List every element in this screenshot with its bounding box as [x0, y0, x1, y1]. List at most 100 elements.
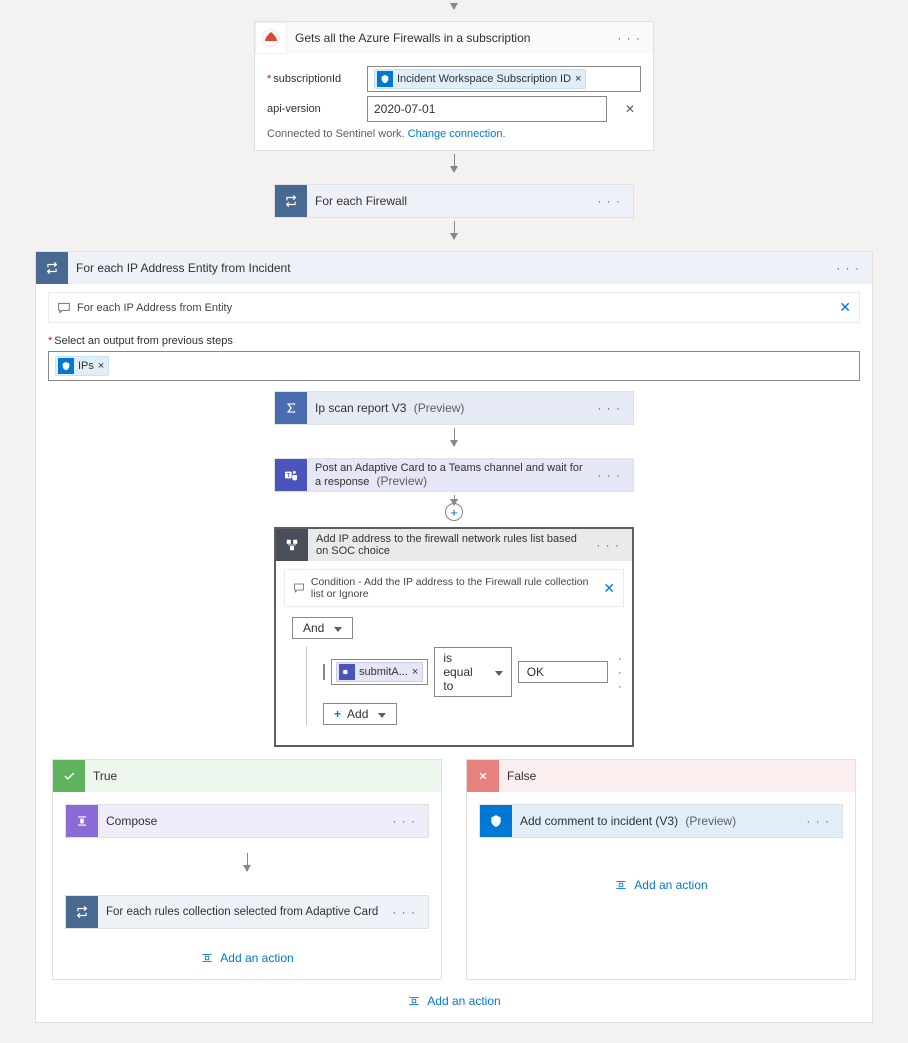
chevron-down-icon [374, 707, 386, 721]
teams-icon: T [275, 459, 307, 491]
remove-pill-icon[interactable]: × [412, 666, 418, 678]
connection-note: Connected to Sentinel work. Change conne… [267, 128, 641, 140]
condition-add-button[interactable]: + Add [323, 703, 397, 725]
card-title: For each rules collection selected from … [106, 906, 380, 918]
card-teams-adaptive: T Post an Adaptive Card to a Teams chann… [274, 458, 634, 492]
card-ip-scan-report: Ip scan report V3 (Preview) · · · [274, 391, 634, 425]
add-action-icon [200, 951, 214, 965]
condition-tree: submitA... × is equal to OK · · · + [306, 647, 616, 725]
card-title: For each Firewall [315, 194, 585, 208]
condition-operator[interactable]: is equal to [434, 647, 511, 697]
add-action-outer[interactable]: Add an action [36, 984, 872, 1022]
more-menu-icon[interactable]: · · · [802, 814, 834, 828]
card-title: Add IP address to the firewall network r… [316, 533, 584, 557]
branch-false: False Add comment to incident (V3) (Prev… [466, 759, 856, 980]
condition-lhs[interactable]: submitA... × [331, 659, 428, 685]
card-body: subscriptionId Incident Workspace Subscr… [255, 54, 653, 150]
card-header-add-comment[interactable]: Add comment to incident (V3) (Preview) ·… [480, 805, 842, 837]
ips-pill[interactable]: IPs × [55, 356, 109, 376]
check-icon [53, 760, 85, 792]
condition-sub-header: Condition - Add the IP address to the Fi… [284, 569, 624, 607]
card-foreach-ip-entity: For each IP Address Entity from Incident… [35, 251, 873, 1023]
remove-pill-icon[interactable]: × [575, 73, 581, 85]
comment-icon [293, 581, 305, 595]
loop-icon [275, 185, 307, 217]
card-compose: Compose · · · [65, 804, 429, 838]
more-menu-icon[interactable]: · · · [593, 194, 625, 208]
chevron-down-icon [491, 665, 503, 679]
condition-sub-text: Condition - Add the IP address to the Fi… [311, 576, 597, 600]
remove-pill-icon[interactable]: × [98, 360, 104, 372]
condition-add-row: + Add [323, 703, 616, 725]
loop-icon [66, 896, 98, 928]
add-action-icon [614, 878, 628, 892]
loop-icon [36, 252, 68, 284]
api-version-input[interactable]: 2020-07-01 [367, 96, 607, 122]
card-add-comment: Add comment to incident (V3) (Preview) ·… [479, 804, 843, 838]
subscription-id-input[interactable]: Incident Workspace Subscription ID × [367, 66, 641, 92]
more-menu-icon[interactable]: · · · [388, 905, 420, 919]
close-icon[interactable]: ✕ [603, 580, 615, 597]
api-version-row: api-version 2020-07-01 ✕ [267, 96, 641, 122]
card-foreach-firewall: For each Firewall · · · [274, 184, 634, 218]
more-menu-icon[interactable]: · · · [613, 31, 645, 45]
subscription-id-pill[interactable]: Incident Workspace Subscription ID × [374, 69, 586, 89]
comment-icon [57, 301, 71, 315]
more-menu-icon[interactable]: · · · [592, 538, 624, 552]
card-title: For each IP Address Entity from Incident [76, 261, 824, 275]
azure-firewall-icon [255, 22, 287, 54]
compose-icon [66, 805, 98, 837]
branch-true: True Compose · · · [52, 759, 442, 980]
more-menu-icon[interactable]: · · · [388, 814, 420, 828]
card-get-firewalls: Gets all the Azure Firewalls in a subscr… [254, 21, 654, 151]
sentinel-icon [480, 805, 512, 837]
close-icon[interactable]: ✕ [839, 299, 851, 316]
card-header-get-firewalls[interactable]: Gets all the Azure Firewalls in a subscr… [255, 22, 653, 54]
card-foreach-rules: For each rules collection selected from … [65, 895, 429, 929]
card-title: Gets all the Azure Firewalls in a subscr… [295, 31, 605, 45]
condition-row: submitA... × is equal to OK · · · [323, 647, 616, 697]
card-title: Post an Adaptive Card to a Teams channel… [315, 462, 585, 488]
add-action-icon [407, 994, 421, 1008]
teams-icon [339, 664, 355, 680]
branch-row: True Compose · · · [36, 747, 872, 984]
branch-true-header: True [53, 760, 441, 792]
sigma-icon [275, 392, 307, 424]
more-menu-icon[interactable]: · · · [832, 261, 864, 275]
sub-header-text: For each IP Address from Entity [77, 302, 232, 314]
card-header-foreach-firewall[interactable]: For each Firewall · · · [275, 185, 633, 217]
pill-label: IPs [78, 360, 94, 372]
more-menu-icon[interactable]: · · · [614, 651, 627, 693]
card-title: Ip scan report V3 (Preview) [315, 401, 585, 415]
more-menu-icon[interactable]: · · · [593, 401, 625, 415]
card-header-compose[interactable]: Compose · · · [66, 805, 428, 837]
more-menu-icon[interactable]: · · · [593, 468, 625, 482]
branch-false-label: False [507, 769, 536, 783]
card-header-foreach-rules[interactable]: For each rules collection selected from … [66, 896, 428, 928]
card-header-condition[interactable]: Add IP address to the firewall network r… [276, 529, 632, 561]
add-action-false[interactable]: Add an action [467, 850, 855, 906]
prev-output-label: Select an output from previous steps [36, 323, 872, 351]
card-header-foreach-ip[interactable]: For each IP Address Entity from Incident… [36, 252, 872, 284]
card-header-teams[interactable]: T Post an Adaptive Card to a Teams chann… [275, 459, 633, 491]
clear-icon[interactable]: ✕ [619, 102, 641, 116]
condition-icon [276, 529, 308, 561]
api-version-value: 2020-07-01 [374, 102, 435, 116]
card-title: Add comment to incident (V3) (Preview) [520, 814, 794, 828]
branch-true-label: True [93, 769, 117, 783]
card-header-ip-scan[interactable]: Ip scan report V3 (Preview) · · · [275, 392, 633, 424]
sub-header-foreach-ip: For each IP Address from Entity ✕ [48, 292, 860, 323]
branch-false-header: False [467, 760, 855, 792]
chevron-down-icon [330, 621, 342, 635]
x-icon [467, 760, 499, 792]
pill-label: Incident Workspace Subscription ID [397, 73, 571, 85]
change-connection-link[interactable]: Change connection. [408, 128, 506, 140]
condition-checkbox[interactable] [323, 664, 325, 680]
condition-and-button[interactable]: And [292, 617, 353, 639]
sentinel-icon [58, 358, 74, 374]
card-title: Compose [106, 814, 380, 828]
subscription-id-row: subscriptionId Incident Workspace Subscr… [267, 66, 641, 92]
prev-output-input[interactable]: IPs × [48, 351, 860, 381]
condition-rhs[interactable]: OK [518, 661, 608, 683]
add-action-true[interactable]: Add an action [53, 941, 441, 979]
